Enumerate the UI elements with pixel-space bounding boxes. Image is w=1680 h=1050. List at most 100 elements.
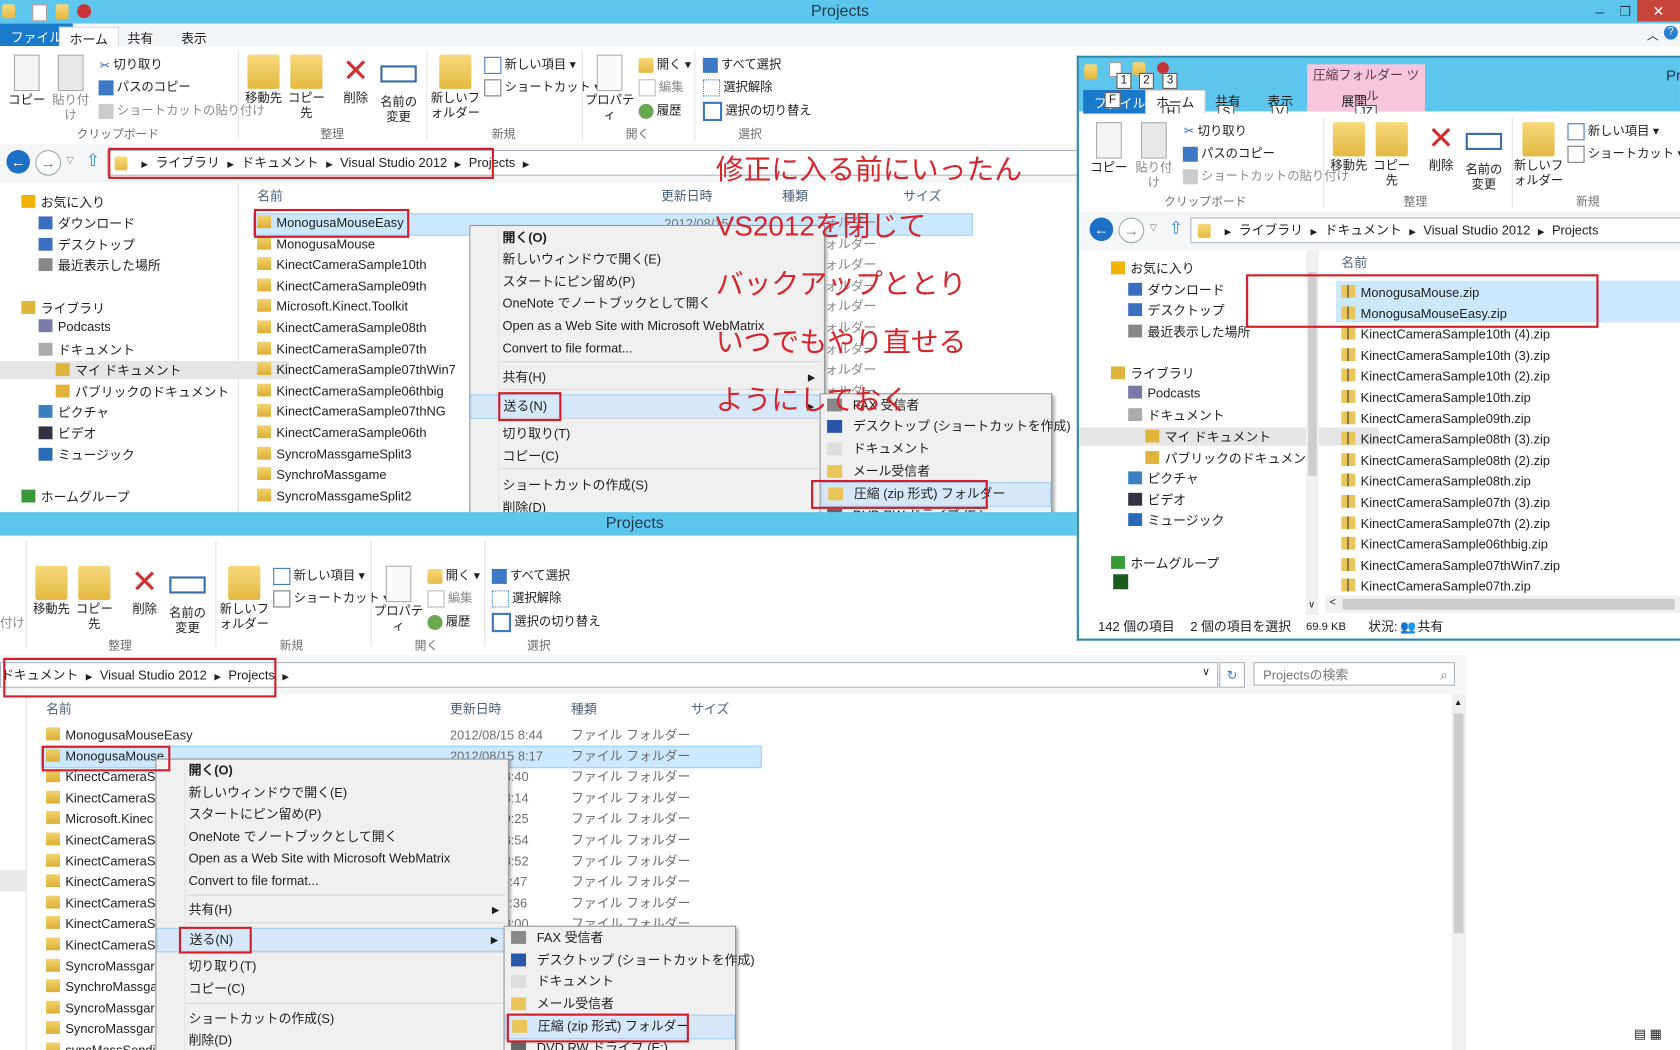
file-row[interactable]: KinectCameraSample10th (2).zip (1341, 367, 1550, 387)
forward-button[interactable]: → (35, 149, 62, 176)
rename-button[interactable]: 名前の変更 (166, 566, 209, 637)
submenu-item[interactable]: メール受信者 (505, 993, 735, 1015)
file-row[interactable]: KinectCameraSample06thbig.zip (1341, 535, 1548, 555)
scroll-down-arrow[interactable]: ∨ (1308, 599, 1315, 611)
breadcrumb-item[interactable]: ライブラリ (156, 155, 220, 170)
nav-item[interactable]: マイ ドキュメント (0, 361, 290, 380)
properties-button[interactable]: プロパティ (585, 54, 634, 124)
nav-item[interactable]: Podcasts (38, 319, 111, 334)
file-row[interactable]: KinectCameraSample07th (2).zip (1341, 514, 1550, 534)
nav-item[interactable]: マイ ドキュメント (1078, 427, 1379, 446)
minimize-button[interactable]: – (1586, 0, 1614, 21)
nav-item[interactable]: お気に入り (21, 193, 105, 211)
move-to-button[interactable]: 移動先 (1327, 122, 1370, 173)
recent-locations-dropdown[interactable]: ▽ (1150, 222, 1157, 234)
file-row[interactable]: KinectCameraSample09th.zip (1341, 409, 1531, 429)
submenu-item[interactable]: デスクトップ (ショートカットを作成) (505, 949, 755, 971)
horizontal-scrollbar[interactable]: < (1325, 595, 1680, 613)
menu-item[interactable]: ショートカットの作成(S) (156, 1008, 507, 1030)
close-button[interactable]: ✕ (1637, 0, 1680, 22)
breadcrumb-separator-icon[interactable]: ▶ (86, 672, 93, 682)
horizontal-scrollbar-thumb[interactable] (1342, 598, 1675, 610)
file-row[interactable]: SynchroMassgame (257, 465, 386, 485)
copy-button[interactable]: コピー (1087, 122, 1130, 176)
column-name[interactable]: 名前 (46, 700, 72, 718)
file-row[interactable]: MonogusaMouseEasy 2012/08/15 8:44 ファイル フォル… (46, 725, 775, 745)
file-row[interactable]: SyncroMassgameSplit3 (257, 444, 411, 464)
column-type[interactable]: 種類 (571, 700, 597, 718)
paste-button[interactable]: 貼り付け (47, 54, 94, 124)
submenu-item[interactable]: デスクトップ (ショートカットを作成) (821, 416, 1071, 438)
nav-item[interactable]: ビデオ (38, 424, 96, 442)
paste-shortcut-button[interactable]: ショートカットの貼り付け (98, 102, 265, 119)
shortcut-button[interactable]: ショートカット ▾ (1567, 145, 1680, 163)
menu-item[interactable]: 切り取り(T) (156, 956, 507, 978)
new-folder-button[interactable]: 新しいフォルダー (220, 565, 269, 632)
nav-item[interactable]: ピクチャ (1128, 469, 1199, 487)
menu-item[interactable]: OneNote でノートブックとして開く (156, 826, 507, 848)
menu-item[interactable]: コピー(C) (470, 446, 824, 468)
column-date[interactable]: 更新日時 (661, 186, 712, 204)
search-input[interactable]: Projectsの検索 ⌕ (1253, 662, 1455, 686)
file-row[interactable]: KinectCameraSample08th (257, 318, 427, 338)
breadcrumb-item[interactable]: Projects (1552, 223, 1598, 238)
delete-button[interactable]: ✕ 削除 (1422, 122, 1461, 173)
file-row[interactable]: KinectCameraSample07th.zip (1341, 577, 1531, 597)
menu-item[interactable]: スタートにピン留め(P) (156, 804, 507, 826)
file-row[interactable]: KinectCameraSample08th (3).zip (1341, 430, 1550, 450)
new-folder-button[interactable]: 新しいフォルダー (1514, 122, 1563, 188)
breadcrumb-item[interactable]: ドキュメント (1325, 223, 1402, 238)
nav-item[interactable]: ドキュメント (38, 341, 135, 359)
menu-item[interactable]: 切り取り(T) (470, 423, 824, 445)
nav-item[interactable]: ピクチャ (38, 403, 109, 421)
nav-item[interactable]: デスクトップ (1128, 301, 1225, 319)
menu-item[interactable]: Open as a Web Site with Microsoft WebMat… (156, 847, 507, 869)
nav-item[interactable]: 最近表示した場所 (38, 256, 161, 274)
submenu-item[interactable]: DVD RW ドライブ (E:) (505, 1037, 735, 1050)
breadcrumb-separator-icon[interactable]: ▶ (455, 160, 462, 170)
scroll-up-arrow[interactable]: ▲ (1454, 697, 1462, 707)
nav-item[interactable]: ライブラリ (21, 299, 105, 317)
column-size[interactable]: サイズ (903, 186, 941, 204)
address-bar[interactable]: ▶ ライブラリ ▶ ドキュメント ▶ Visual Studio 2012 ▶ Project… (1190, 217, 1680, 244)
scrollbar-thumb[interactable] (1453, 713, 1464, 934)
breadcrumb-separator-icon[interactable]: ▶ (1225, 227, 1232, 237)
column-name[interactable]: 名前 (1341, 253, 1367, 271)
nav-item[interactable]: ビデオ (1128, 491, 1186, 509)
file-row[interactable]: KinectCameraSample07thWin7.zip (1341, 556, 1560, 576)
column-name[interactable]: 名前 (257, 186, 283, 204)
history-button[interactable]: 履歴 (427, 613, 470, 630)
file-row[interactable]: KinectCameraSample08th.zip (1341, 472, 1531, 492)
select-all-button[interactable]: すべて選択 (702, 56, 781, 73)
breadcrumb-item[interactable]: ドキュメント (1, 667, 78, 682)
file-row[interactable]: KinectCameraSample07thWin7 (257, 360, 456, 380)
breadcrumb-item[interactable]: Visual Studio 2012 (340, 155, 447, 170)
vertical-scrollbar[interactable]: ▲ (1451, 694, 1466, 1050)
invert-selection-button[interactable]: 選択の切り替え (491, 612, 601, 633)
nav-item[interactable]: Podcasts (1128, 385, 1200, 401)
menu-item[interactable]: コピー(C) (156, 978, 507, 1000)
nav-item[interactable]: ミュージック (1128, 511, 1224, 529)
new-item-button[interactable]: 新しい項目 ▾ (1567, 122, 1659, 141)
menu-item[interactable]: 送る(N) ▶ (156, 927, 508, 953)
copy-to-button[interactable]: コピー先 (1370, 122, 1413, 188)
breadcrumb-separator-icon[interactable]: ▶ (227, 160, 234, 170)
breadcrumb-separator-icon[interactable]: ▶ (1311, 227, 1318, 237)
address-bar[interactable]: ▶ ライブラリ ▶ ドキュメント ▶ Visual Studio 2012 ▶ Project… (107, 149, 1188, 176)
menu-item[interactable]: ショートカットの作成(S) (470, 475, 824, 497)
nav-item[interactable]: ダウンロード (1128, 281, 1225, 299)
copy-path-button[interactable]: パスのコピー (1182, 145, 1275, 162)
shortcut-button[interactable]: ショートカット ▾ (273, 589, 389, 608)
file-row[interactable]: KinectCameraSample08th (2).zip (1341, 451, 1550, 471)
breadcrumb-separator-icon[interactable]: ▶ (214, 672, 221, 682)
file-row[interactable]: KinectCameraSample09th (257, 276, 427, 296)
nav-item[interactable]: ミュージック (38, 446, 135, 464)
new-folder-button[interactable]: 新しいフォルダー (431, 54, 480, 121)
file-row[interactable]: MonogusaMouse (257, 234, 375, 254)
rename-button[interactable]: 名前の変更 (377, 55, 420, 126)
column-type[interactable]: 種類 (782, 186, 808, 204)
open-button[interactable]: 開く ▾ (638, 56, 691, 73)
column-size[interactable]: サイズ (691, 700, 729, 718)
nav-item[interactable]: パブリックのドキュメント (55, 382, 230, 400)
file-row[interactable]: KinectCameraSample10th (257, 255, 427, 275)
